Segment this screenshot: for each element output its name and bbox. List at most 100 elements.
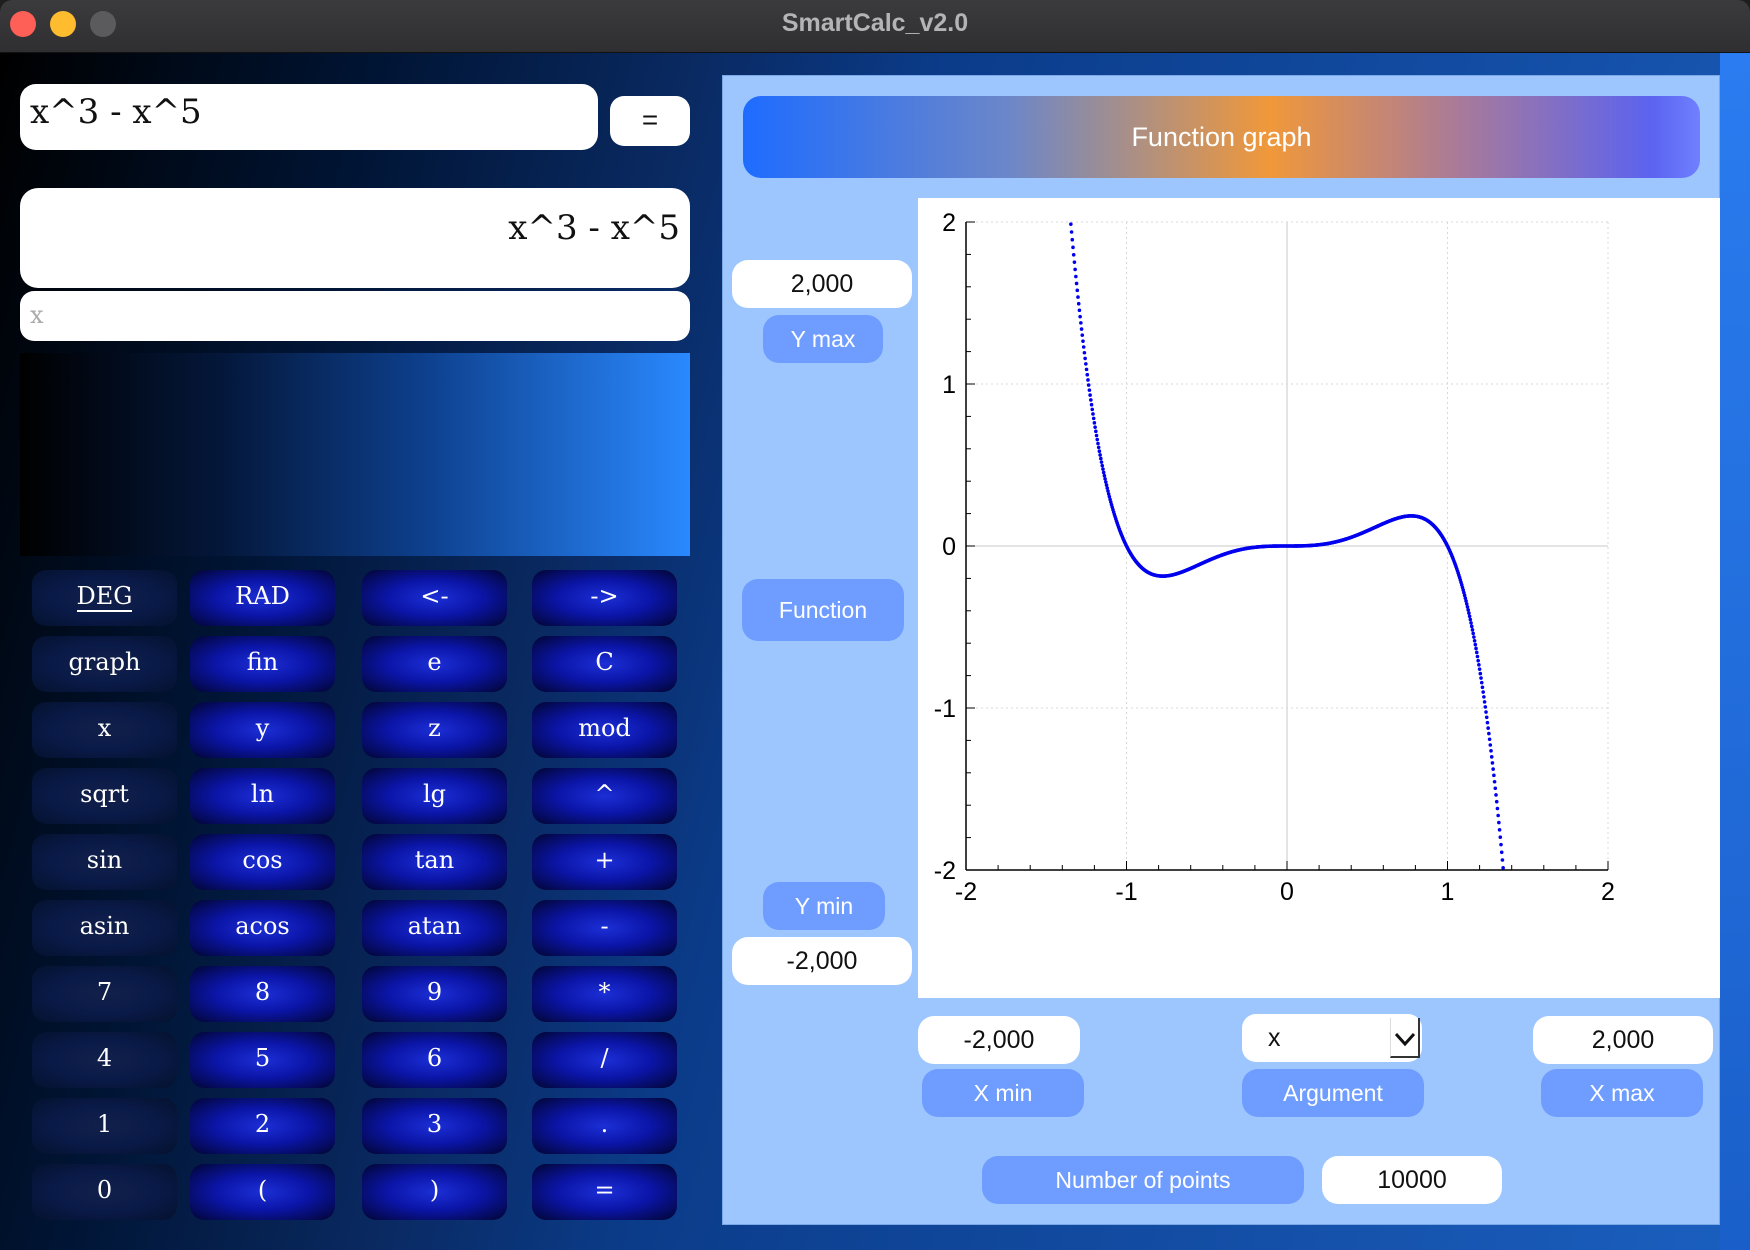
function-plot: -2 -1 0 1 2 2 1 0 -1 -2 xyxy=(918,198,1720,998)
ymin-label: Y min xyxy=(763,882,885,930)
evaluate-button[interactable]: = xyxy=(610,96,690,146)
graph-header: Function graph xyxy=(743,96,1700,178)
argument-select[interactable]: x xyxy=(1242,1014,1422,1062)
curve-point xyxy=(1089,402,1094,407)
key-1-2[interactable]: e xyxy=(362,636,507,692)
key-6-2[interactable]: 9 xyxy=(362,966,507,1022)
chevron-down-icon[interactable] xyxy=(1390,1018,1420,1058)
curve-point xyxy=(1088,393,1092,397)
key-4-0[interactable]: sin xyxy=(32,834,177,890)
curve-point xyxy=(1476,658,1480,663)
key-2-1[interactable]: y xyxy=(190,702,335,758)
key-8-2[interactable]: 3 xyxy=(362,1098,507,1154)
key-label: sin xyxy=(86,846,123,874)
key-6-3[interactable]: * xyxy=(532,966,677,1022)
key-0-2[interactable]: <- xyxy=(362,570,507,626)
key-8-0[interactable]: 1 xyxy=(32,1098,177,1154)
curve-point xyxy=(1074,274,1078,279)
curve-point xyxy=(1487,737,1492,742)
window-title: SmartCalc_v2.0 xyxy=(781,9,969,37)
key-9-3[interactable]: = xyxy=(532,1164,677,1220)
key-9-1[interactable]: ( xyxy=(190,1164,335,1220)
key-label: RAD xyxy=(235,582,290,610)
curve-point xyxy=(1477,663,1481,667)
curve-point xyxy=(1501,866,1505,870)
curve-point xyxy=(1075,288,1080,293)
key-4-1[interactable]: cos xyxy=(190,834,335,890)
curve-point xyxy=(1487,731,1491,736)
x-tick-label: -2 xyxy=(955,878,977,906)
key-1-3[interactable]: C xyxy=(532,636,677,692)
key-2-2[interactable]: z xyxy=(362,702,507,758)
curve-point xyxy=(1080,333,1085,337)
points-label: Number of points xyxy=(982,1156,1304,1204)
ymin-input[interactable]: -2,000 xyxy=(732,937,912,985)
curve-point xyxy=(1087,388,1092,392)
curve-point xyxy=(1082,350,1087,355)
key-9-2[interactable]: ) xyxy=(362,1164,507,1220)
key-3-2[interactable]: lg xyxy=(362,768,507,824)
y-tick-label: -1 xyxy=(934,695,956,723)
key-label: ) xyxy=(429,1176,440,1204)
curve-point xyxy=(1467,614,1472,619)
key-2-0[interactable]: x xyxy=(32,702,177,758)
key-7-3[interactable]: / xyxy=(532,1032,677,1088)
xmin-input[interactable]: -2,000 xyxy=(918,1016,1080,1064)
curve-point xyxy=(1474,650,1479,655)
key-8-3[interactable]: . xyxy=(532,1098,677,1154)
xmax-input[interactable]: 2,000 xyxy=(1533,1016,1713,1064)
argument-input[interactable]: x xyxy=(20,291,690,341)
y-tick-label: -2 xyxy=(934,857,956,885)
key-0-1[interactable]: RAD xyxy=(190,570,335,626)
key-label: 6 xyxy=(426,1044,443,1072)
expression-input[interactable]: x^3 - x^5 xyxy=(20,84,598,150)
curve-point xyxy=(1499,842,1503,847)
key-6-1[interactable]: 8 xyxy=(190,966,335,1022)
curve-point xyxy=(1072,260,1077,264)
curve-point xyxy=(1097,449,1102,454)
key-3-1[interactable]: ln xyxy=(190,768,335,824)
curve-point xyxy=(1086,383,1091,387)
key-label: e xyxy=(427,648,442,676)
curve-point xyxy=(1496,813,1500,818)
curve-point xyxy=(1076,301,1081,306)
argument-label: Argument xyxy=(1242,1069,1424,1117)
curve-point xyxy=(1102,473,1107,478)
key-7-0[interactable]: 4 xyxy=(32,1032,177,1088)
points-input[interactable]: 10000 xyxy=(1322,1156,1502,1204)
key-9-0[interactable]: 0 xyxy=(32,1164,177,1220)
curve-point xyxy=(1473,642,1478,647)
key-7-1[interactable]: 5 xyxy=(190,1032,335,1088)
key-0-0[interactable]: DEG xyxy=(32,570,177,626)
ymax-input[interactable]: 2,000 xyxy=(732,260,912,308)
key-6-0[interactable]: 7 xyxy=(32,966,177,1022)
key-5-0[interactable]: asin xyxy=(32,900,177,956)
key-label: / xyxy=(600,1044,609,1072)
key-4-2[interactable]: tan xyxy=(362,834,507,890)
key-2-3[interactable]: mod xyxy=(532,702,677,758)
curve-point xyxy=(1480,685,1485,690)
key-8-1[interactable]: 2 xyxy=(190,1098,335,1154)
curve-point xyxy=(1081,339,1085,343)
curve-point xyxy=(1070,237,1075,242)
key-4-3[interactable]: + xyxy=(532,834,677,890)
key-7-2[interactable]: 6 xyxy=(362,1032,507,1088)
key-label: 7 xyxy=(96,978,113,1006)
key-0-3[interactable]: -> xyxy=(532,570,677,626)
key-5-2[interactable]: atan xyxy=(362,900,507,956)
key-label: ln xyxy=(250,780,275,808)
key-5-1[interactable]: acos xyxy=(190,900,335,956)
key-5-3[interactable]: - xyxy=(532,900,677,956)
function-button[interactable]: Function xyxy=(742,579,904,641)
key-label: acos xyxy=(235,912,290,940)
curve-point xyxy=(1493,786,1498,791)
key-1-0[interactable]: graph xyxy=(32,636,177,692)
key-1-1[interactable]: fin xyxy=(190,636,335,692)
key-3-0[interactable]: sqrt xyxy=(32,768,177,824)
key-3-3[interactable]: ^ xyxy=(532,768,677,824)
curve-point xyxy=(1085,372,1090,377)
window-edge xyxy=(1720,53,1750,1250)
curve-point xyxy=(1103,477,1107,481)
key-label: -> xyxy=(590,582,619,610)
curve-point xyxy=(1077,308,1082,313)
